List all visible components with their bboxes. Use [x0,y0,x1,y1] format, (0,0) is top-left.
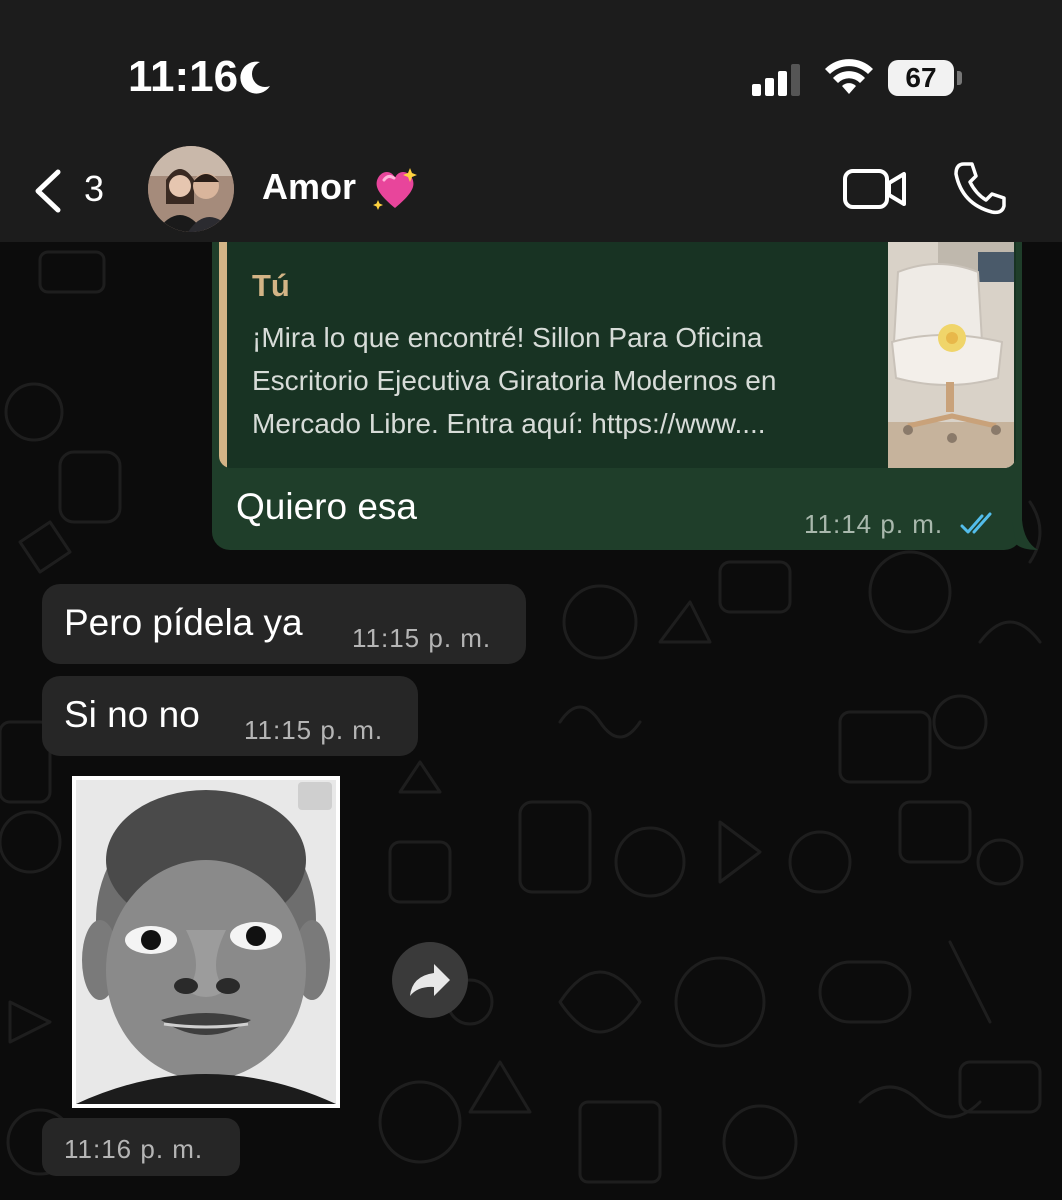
quoted-link-preview[interactable]: Tú ¡Mira lo que encontré! Sillon Para Of… [219,242,1016,468]
phone-call-icon[interactable] [952,160,1006,216]
quote-text: ¡Mira lo que encontré! Sillon Para Ofici… [252,322,777,439]
read-receipt-icon [960,512,992,534]
battery-level: 67 [888,60,954,96]
cellular-signal-icon [752,64,800,96]
sticker-time: 11:16 p. m. [64,1134,204,1164]
sticker-image[interactable] [72,776,340,1108]
back-chevron-icon[interactable] [30,168,66,214]
forward-arrow-icon [410,964,450,996]
status-time: 11:16 [128,52,239,101]
incoming-message-text: Si no no [64,694,200,735]
outgoing-message-time: 11:14 p. m. [804,509,944,539]
wifi-icon [825,59,873,94]
moon-icon [240,61,270,94]
video-call-icon[interactable] [842,166,908,212]
incoming-message-text: Pero pídela ya [64,602,303,643]
chair-thumbnail [888,242,1014,468]
battery-tip [957,71,962,85]
quote-author: Tú [252,268,290,303]
bubble-tail [1012,520,1038,550]
outgoing-message-text: Quiero esa [236,486,417,527]
incoming-message-time: 11:15 p. m. [244,715,384,745]
unread-count[interactable]: 3 [84,168,104,210]
contact-avatar[interactable] [148,146,234,232]
incoming-message-time: 11:15 p. m. [352,623,492,653]
sparkling-heart-icon [373,168,417,210]
forward-button[interactable] [392,942,468,1018]
contact-name[interactable]: Amor [262,166,356,208]
quote-accent-bar [219,242,227,468]
